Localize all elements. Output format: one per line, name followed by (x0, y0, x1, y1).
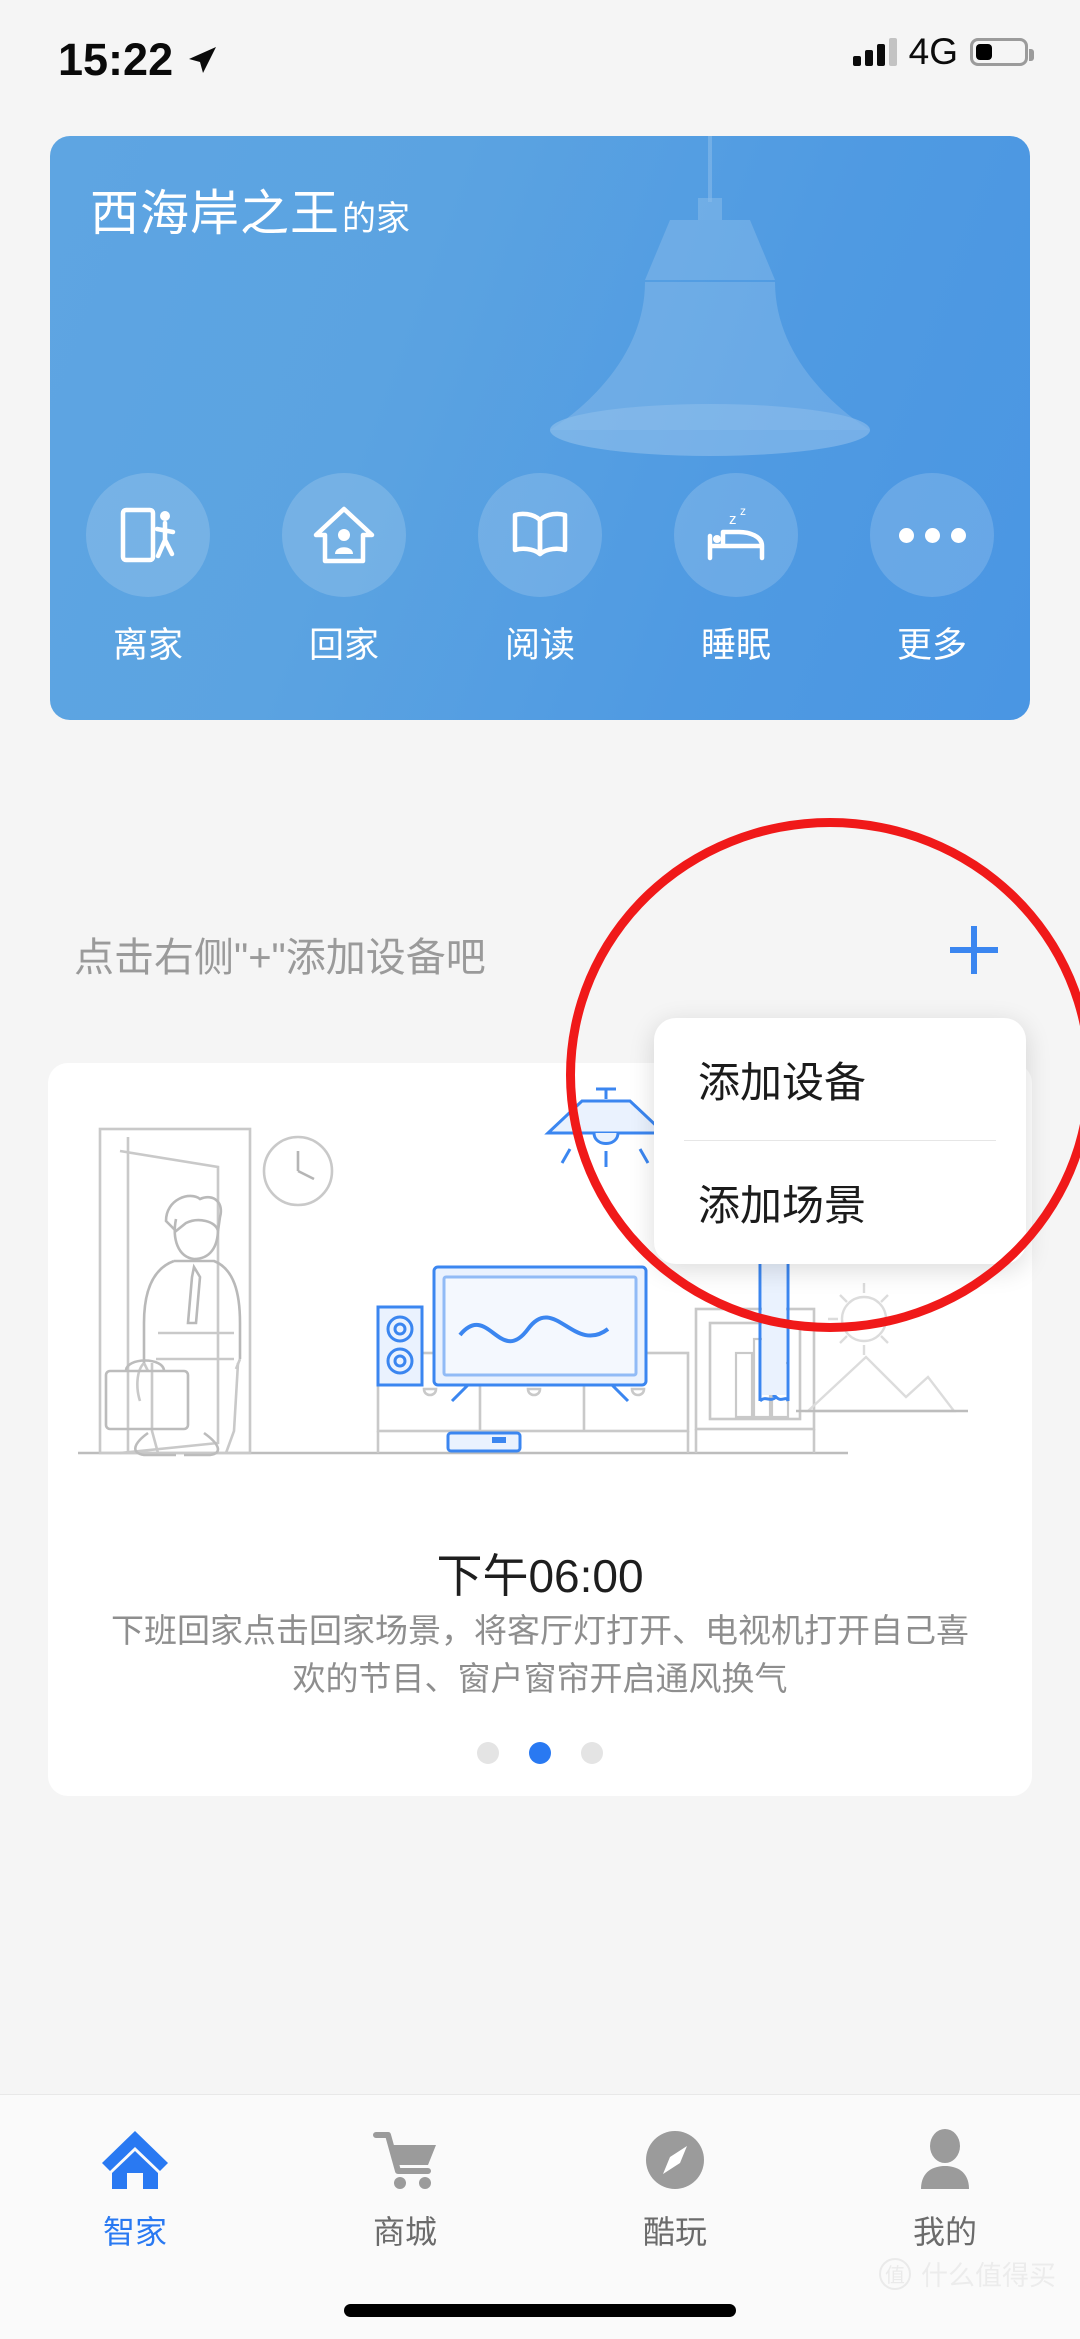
shopping-cart-icon (370, 2123, 440, 2197)
house-person-icon (313, 506, 375, 564)
scene-icon-bubble (478, 473, 602, 597)
home-name: 西海岸之王 (90, 187, 341, 241)
pager-dot-active[interactable] (529, 1742, 551, 1764)
tab-profile[interactable]: 我的 (810, 2123, 1080, 2253)
home-header-card[interactable]: 西海岸之王 的家 离家 回家 阅读 z z 睡眠 更多 (50, 136, 1030, 720)
scene-shortcut-reading[interactable]: 阅读 (442, 473, 638, 668)
scene-shortcut-sleep[interactable]: z z 睡眠 (638, 473, 834, 668)
tab-store[interactable]: 商城 (270, 2123, 540, 2253)
svg-text:z: z (740, 504, 746, 518)
scene-shortcut-row: 离家 回家 阅读 z z 睡眠 更多 (50, 473, 1030, 668)
scene-icon-bubble (282, 473, 406, 597)
network-label: 4G (908, 31, 958, 72)
scene-label: 回家 (308, 626, 379, 665)
person-icon (910, 2123, 980, 2197)
tab-fun[interactable]: 酷玩 (540, 2123, 810, 2253)
scene-label: 阅读 (504, 626, 575, 665)
svg-text:z: z (729, 511, 737, 528)
carousel-pager[interactable] (0, 1742, 1080, 1764)
tab-label: 酷玩 (642, 2214, 707, 2250)
scene-label: 睡眠 (700, 626, 771, 665)
ellipsis-icon (898, 527, 966, 543)
tab-label: 商城 (372, 2214, 437, 2250)
pendant-lamp-icon (550, 136, 870, 456)
add-popup-menu[interactable]: 添加设备 添加场景 (654, 1018, 1026, 1264)
signal-bars-icon (852, 38, 897, 66)
home-title: 西海岸之王 的家 (90, 174, 410, 245)
status-time: 15:22 (58, 34, 174, 85)
scene-shortcut-more[interactable]: 更多 (834, 473, 1030, 668)
scene-shortcut-home[interactable]: 回家 (246, 473, 442, 668)
battery-icon (970, 38, 1034, 66)
scene-icon-bubble (86, 473, 210, 597)
home-icon (100, 2123, 170, 2197)
compass-icon (640, 2123, 710, 2197)
location-arrow-icon (189, 47, 216, 73)
menu-item-add-scene[interactable]: 添加场景 (654, 1141, 1026, 1263)
scene-icon-bubble: z z (674, 473, 798, 597)
scene-label: 离家 (112, 626, 183, 665)
tab-label: 智家 (102, 2214, 167, 2250)
open-book-icon (512, 511, 568, 557)
scene-icon-bubble (870, 473, 994, 597)
scene-description: 下班回家点击回家场景，将客厅灯打开、电视机打开自己喜欢的节目、窗户窗帘开启通风换… (111, 1612, 969, 1697)
scene-shortcut-leave[interactable]: 离家 (50, 473, 246, 668)
status-bar: 15:22 4G (0, 0, 1080, 110)
watermark-text: 什么值得买 (921, 2261, 1056, 2291)
watermark: 值 什么值得买 (879, 2254, 1056, 2293)
home-name-suffix: 的家 (342, 200, 411, 238)
bottom-tab-bar: 智家 商城 酷玩 我的 (0, 2094, 1080, 2339)
tab-smart-home[interactable]: 智家 (0, 2123, 270, 2253)
pager-dot[interactable] (581, 1742, 603, 1764)
status-indicators: 4G (852, 31, 1034, 72)
scene-label: 更多 (896, 626, 967, 665)
pager-dot[interactable] (477, 1742, 499, 1764)
door-exit-icon (120, 507, 176, 563)
bed-sleep-icon: z z (707, 504, 765, 561)
watermark-badge: 值 (879, 2257, 911, 2290)
tab-label: 我的 (912, 2214, 977, 2250)
plus-icon[interactable] (942, 918, 1006, 982)
add-device-prompt: 点击右侧"+"添加设备吧 (74, 936, 486, 980)
home-indicator[interactable] (344, 2304, 736, 2317)
menu-item-add-device[interactable]: 添加设备 (654, 1018, 1026, 1140)
phone-screen: 15:22 4G 西海岸之王 的家 离家 回家 阅读 z z 睡眠 更多 点击右… (0, 0, 1080, 2339)
scene-time-label: 下午06:00 (436, 1550, 644, 1602)
